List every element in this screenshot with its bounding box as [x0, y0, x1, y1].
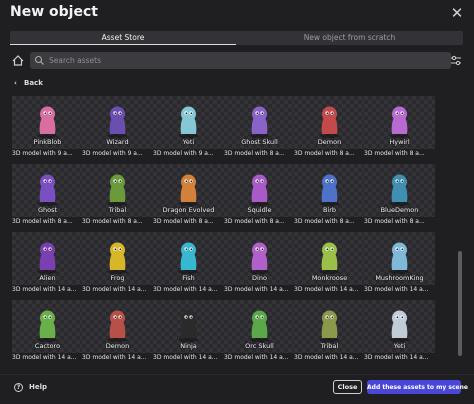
asset-name: Ninja	[180, 342, 197, 350]
asset-description: 3D model with 9 a...	[153, 149, 224, 159]
asset-card[interactable]: Squidle 3D model with 8 a...	[224, 164, 295, 227]
asset-name: Fish	[182, 274, 195, 282]
asset-description: 3D model with 14 a...	[82, 285, 153, 295]
scrollbar[interactable]	[458, 96, 462, 368]
asset-card[interactable]: PinkBlob 3D model with 9 a...	[12, 96, 83, 159]
asset-name: Ghost Skull	[241, 138, 278, 146]
asset-description: 3D model with 8 a...	[294, 149, 365, 159]
asset-card[interactable]: Ninja 3D model with 14 a...	[153, 300, 224, 363]
asset-description: 3D model with 14 a...	[294, 285, 365, 295]
asset-description: 3D model with 14 a...	[82, 353, 153, 363]
asset-card[interactable]: MushroomKing 3D model with 14 a...	[364, 232, 435, 295]
asset-name: Tribal	[320, 342, 339, 350]
back-button[interactable]: ‹ Back	[14, 79, 43, 89]
asset-description: 3D model with 14 a...	[224, 285, 295, 295]
active-tab-indicator	[10, 44, 236, 45]
asset-card[interactable]: Orc Skull 3D model with 14 a...	[224, 300, 295, 363]
asset-description: 3D model with 8 a...	[364, 217, 435, 227]
asset-card[interactable]: Monkroose 3D model with 14 a...	[294, 232, 365, 295]
asset-name: Monkroose	[311, 274, 348, 282]
asset-description: 3D model with 8 a...	[82, 217, 153, 227]
asset-description: 3D model with 14 a...	[12, 285, 83, 295]
asset-card[interactable]: BlueDemon 3D model with 8 a...	[364, 164, 435, 227]
help-label: Help	[29, 383, 48, 391]
asset-name: Frog	[110, 274, 125, 282]
dialog-title: New object	[10, 4, 98, 20]
help-icon: ?	[14, 383, 23, 392]
close-button[interactable]: Close	[333, 380, 362, 394]
asset-card[interactable]: Cactoro 3D model with 14 a...	[12, 300, 83, 363]
asset-description: 3D model with 8 a...	[294, 217, 365, 227]
asset-card[interactable]: Ghost Skull 3D model with 8 a...	[224, 96, 295, 159]
chevron-left-icon: ‹	[14, 79, 17, 87]
asset-card[interactable]: Tribal 3D model with 14 a...	[294, 300, 365, 363]
asset-description: 3D model with 14 a...	[12, 353, 83, 363]
asset-card[interactable]: Birb 3D model with 8 a...	[294, 164, 365, 227]
help-button[interactable]: ? Help	[14, 383, 47, 392]
tab-bar: Asset Store New object from scratch	[10, 31, 463, 45]
asset-description: 3D model with 14 a...	[364, 353, 435, 363]
close-icon[interactable]: ✕	[448, 4, 466, 22]
asset-name: Yeti	[182, 138, 195, 146]
asset-name: Dino	[252, 274, 267, 282]
asset-description: 3D model with 14 a...	[294, 353, 365, 363]
asset-description: 3D model with 8 a...	[224, 149, 295, 159]
asset-description: 3D model with 9 a...	[82, 149, 153, 159]
asset-description: 3D model with 14 a...	[153, 285, 224, 295]
asset-name: Yeti	[393, 342, 406, 350]
tab-new-object-from-scratch[interactable]: New object from scratch	[236, 31, 463, 45]
asset-name: Demon	[105, 342, 130, 350]
filter-icon[interactable]	[449, 53, 463, 68]
asset-name: Cactoro	[34, 342, 61, 350]
search-box	[30, 52, 451, 69]
asset-name: Ghost	[37, 206, 58, 214]
search-input[interactable]	[49, 53, 444, 68]
asset-description: 3D model with 14 a...	[153, 353, 224, 363]
asset-card[interactable]: Tribal 3D model with 8 a...	[82, 164, 153, 227]
asset-card[interactable]: Wizard 3D model with 9 a...	[82, 96, 153, 159]
asset-card[interactable]: Hywirl 3D model with 8 a...	[364, 96, 435, 159]
asset-card[interactable]: Demon 3D model with 8 a...	[294, 96, 365, 159]
asset-description: 3D model with 8 a...	[224, 217, 295, 227]
asset-description: 3D model with 14 a...	[224, 353, 295, 363]
dialog-footer: ? Help Close Add these assets to my scene	[0, 374, 474, 404]
asset-card[interactable]: Yeti 3D model with 14 a...	[364, 300, 435, 363]
asset-name: Hywirl	[389, 138, 410, 146]
asset-card[interactable]: Yeti 3D model with 9 a...	[153, 96, 224, 159]
back-label: Back	[24, 79, 43, 87]
add-assets-button[interactable]: Add these assets to my scene	[367, 380, 468, 394]
asset-description: 3D model with 14 a...	[364, 285, 435, 295]
search-row	[10, 52, 463, 69]
dialog-titlebar: New object ✕	[0, 0, 474, 30]
asset-card[interactable]: Ghost 3D model with 8 a...	[12, 164, 83, 227]
asset-name: PinkBlob	[33, 138, 62, 146]
tab-asset-store[interactable]: Asset Store	[10, 31, 236, 45]
asset-description: 3D model with 8 a...	[153, 217, 224, 227]
asset-name: Wizard	[106, 138, 129, 146]
asset-name: Alien	[39, 274, 56, 282]
asset-card[interactable]: Alien 3D model with 14 a...	[12, 232, 83, 295]
asset-grid: PinkBlob 3D model with 9 a... Wizard 3D mod…	[12, 96, 452, 368]
asset-card[interactable]: Frog 3D model with 14 a...	[82, 232, 153, 295]
asset-card[interactable]: Fish 3D model with 14 a...	[153, 232, 224, 295]
asset-name: Birb	[322, 206, 337, 214]
asset-name: Dragon Evolved	[162, 206, 215, 214]
asset-name: Tribal	[108, 206, 127, 214]
asset-description: 3D model with 8 a...	[12, 217, 83, 227]
asset-name: Squidle	[247, 206, 272, 214]
asset-name: BlueDemon	[380, 206, 419, 214]
asset-name: Demon	[317, 138, 342, 146]
asset-card[interactable]: Demon 3D model with 14 a...	[82, 300, 153, 363]
asset-name: MushroomKing	[375, 274, 424, 282]
asset-description: 3D model with 8 a...	[364, 149, 435, 159]
asset-card[interactable]: Dino 3D model with 14 a...	[224, 232, 295, 295]
asset-description: 3D model with 9 a...	[12, 149, 83, 159]
home-icon[interactable]	[10, 52, 26, 69]
search-icon	[34, 55, 44, 65]
scrollbar-thumb[interactable]	[458, 251, 462, 356]
asset-name: Orc Skull	[245, 342, 274, 350]
asset-card[interactable]: Dragon Evolved 3D model with 8 a...	[153, 164, 224, 227]
